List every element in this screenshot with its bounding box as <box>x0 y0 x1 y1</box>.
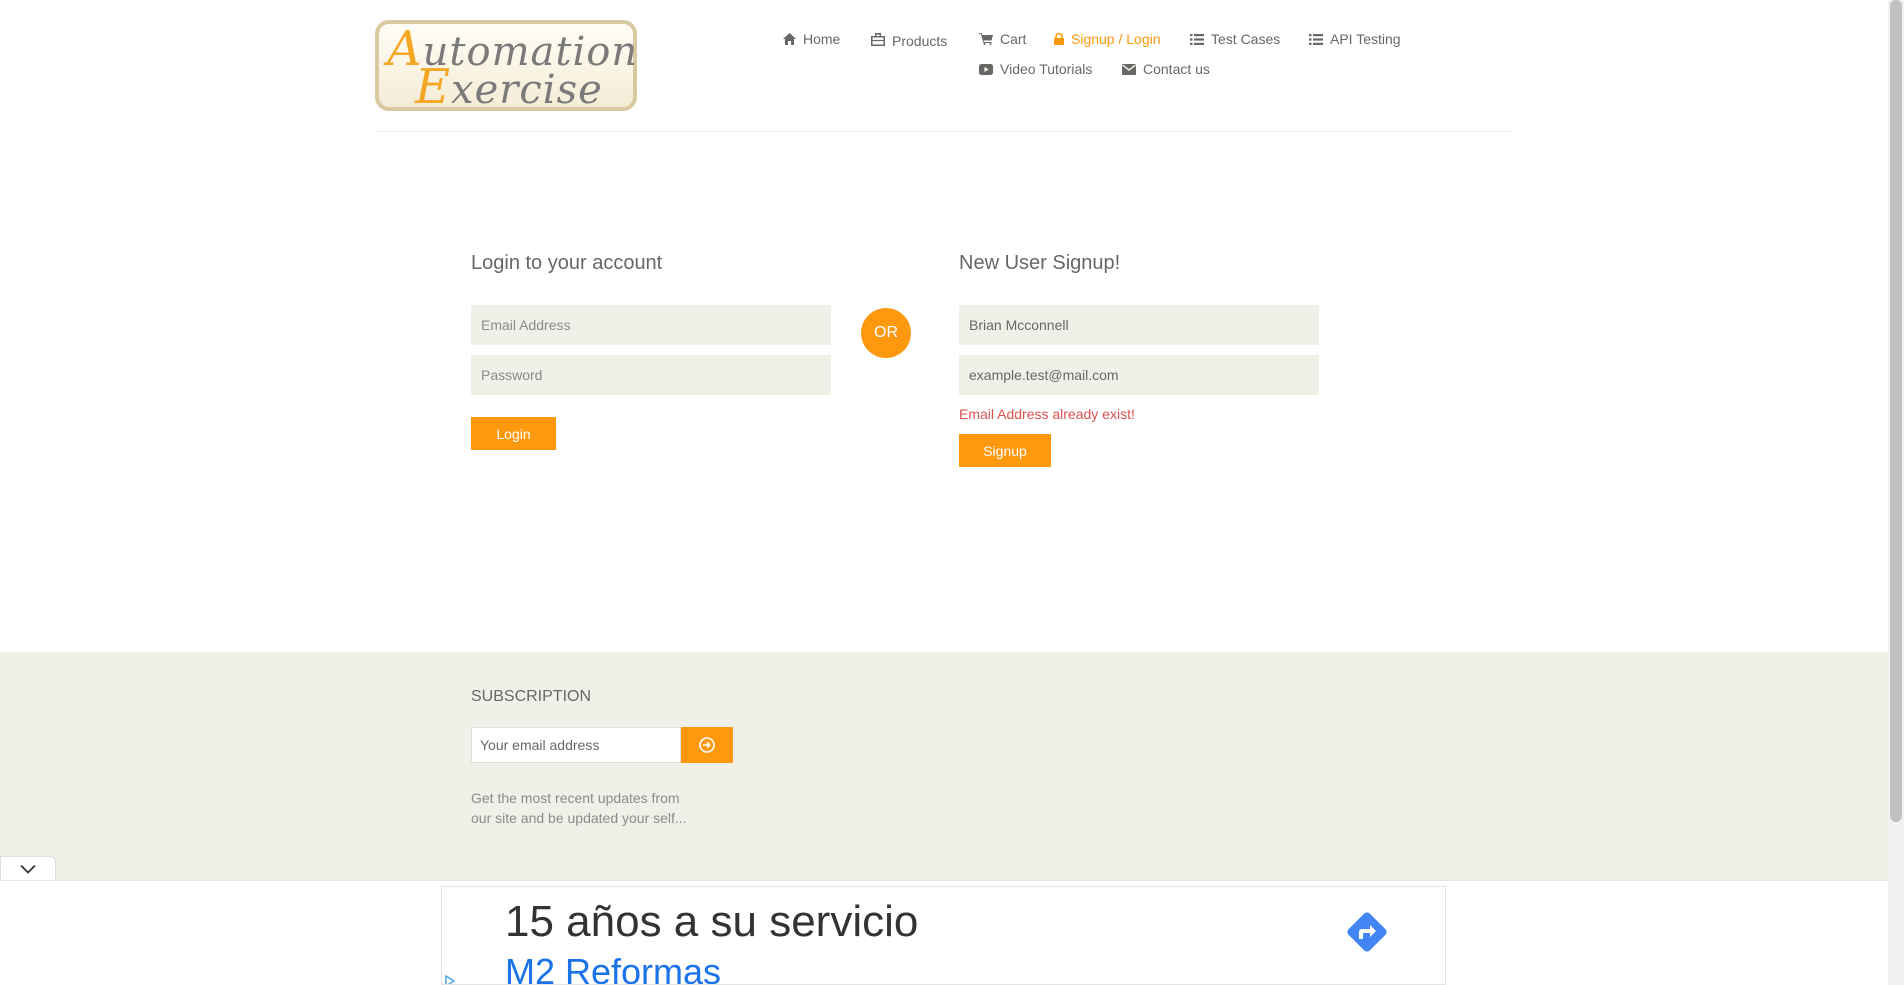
scrollbar-thumb[interactable] <box>1890 0 1902 822</box>
nav-item-api-testing[interactable]: API Testing <box>1309 31 1401 47</box>
directions-icon[interactable] <box>1342 907 1392 957</box>
page-scrollbar[interactable] <box>1888 0 1904 985</box>
site-header: Automation Exercise Home Products Cart S… <box>0 0 1888 132</box>
footer-widget <box>0 652 1888 885</box>
signup-error-message: Email Address already exist! <box>959 406 1135 422</box>
logo-line-2: Exercise <box>415 59 603 115</box>
nav-label: API Testing <box>1330 31 1401 47</box>
products-icon <box>871 32 885 46</box>
subscription-title: SUBSCRIPTION <box>471 688 592 705</box>
nav-item-cart[interactable]: Cart <box>979 31 1026 47</box>
login-title: Login to your account <box>471 252 663 274</box>
subscription-email-input[interactable] <box>471 727 681 763</box>
nav-item-contact-us[interactable]: Contact us <box>1122 61 1210 77</box>
nav-item-signup-login[interactable]: Signup / Login <box>1054 31 1161 47</box>
list-icon <box>1309 33 1323 45</box>
signup-button[interactable]: Signup <box>959 434 1051 467</box>
header-divider <box>375 131 1513 132</box>
nav-label: Signup / Login <box>1071 31 1161 47</box>
signup-title: New User Signup! <box>959 252 1121 274</box>
list-icon <box>1190 33 1204 45</box>
envelope-icon <box>1122 63 1136 75</box>
subscription-description: Get the most recent updates from our sit… <box>471 790 687 826</box>
subscribe-button[interactable] <box>681 727 733 763</box>
home-icon <box>783 33 796 45</box>
site-logo[interactable]: Automation Exercise <box>375 20 637 111</box>
nav-item-test-cases[interactable]: Test Cases <box>1190 31 1280 47</box>
nav-item-video-tutorials[interactable]: Video Tutorials <box>979 61 1092 77</box>
login-password-input[interactable] <box>471 355 831 395</box>
nav-label: Cart <box>1000 31 1027 47</box>
signup-email-input[interactable] <box>959 355 1319 395</box>
ad-collapse-toggle[interactable] <box>0 856 56 880</box>
nav-label: Products <box>892 33 948 49</box>
nav-label: Home <box>803 31 841 47</box>
nav-label: Video Tutorials <box>1000 61 1093 77</box>
signup-name-input[interactable] <box>959 305 1319 345</box>
or-divider: OR <box>861 308 911 358</box>
login-button[interactable]: Login <box>471 417 556 450</box>
login-email-input[interactable] <box>471 305 831 345</box>
nav-label: Test Cases <box>1211 31 1281 47</box>
youtube-icon <box>979 63 993 75</box>
cart-icon <box>979 33 993 45</box>
nav-item-products[interactable]: Products <box>871 31 948 49</box>
ad-brand[interactable]: M2 Reformas <box>505 951 721 984</box>
nav-item-home[interactable]: Home <box>783 31 840 47</box>
ad-banner[interactable]: 15 años a su servicio M2 Reformas <box>441 886 1446 985</box>
lock-icon <box>1054 33 1064 45</box>
ad-headline: 15 años a su servicio <box>505 897 919 946</box>
nav-label: Contact us <box>1143 61 1210 77</box>
adchoices-icon[interactable] <box>444 975 456 985</box>
arrow-circle-right-icon <box>699 737 715 753</box>
chevron-down-icon <box>20 864 36 874</box>
